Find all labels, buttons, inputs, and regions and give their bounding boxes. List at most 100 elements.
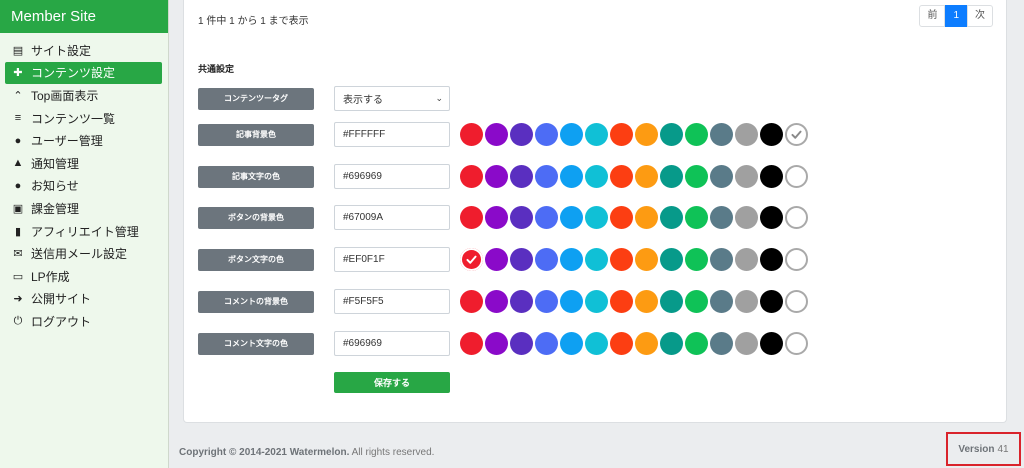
color-swatch[interactable] bbox=[710, 290, 733, 313]
color-swatch[interactable] bbox=[685, 290, 708, 313]
color-swatch[interactable] bbox=[660, 123, 683, 146]
color-swatch[interactable] bbox=[660, 332, 683, 355]
color-swatch[interactable] bbox=[685, 248, 708, 271]
color-swatch[interactable] bbox=[485, 290, 508, 313]
color-swatch[interactable] bbox=[560, 206, 583, 229]
color-swatch[interactable] bbox=[610, 290, 633, 313]
color-swatch[interactable] bbox=[710, 248, 733, 271]
color-swatch[interactable] bbox=[685, 206, 708, 229]
color-swatch[interactable] bbox=[785, 165, 808, 188]
color-swatch[interactable] bbox=[610, 123, 633, 146]
color-swatch[interactable] bbox=[785, 123, 808, 146]
color-swatch[interactable] bbox=[710, 165, 733, 188]
sidebar-item[interactable]: ✉ 送信用メール設定 bbox=[0, 242, 168, 265]
color-swatch[interactable] bbox=[760, 248, 783, 271]
color-swatch[interactable] bbox=[660, 248, 683, 271]
color-swatch[interactable] bbox=[735, 206, 758, 229]
color-swatch[interactable] bbox=[735, 290, 758, 313]
color-swatch[interactable] bbox=[660, 165, 683, 188]
color-swatch[interactable] bbox=[460, 123, 483, 146]
color-hex-input[interactable]: #F5F5F5 bbox=[334, 289, 450, 314]
color-swatch[interactable] bbox=[560, 248, 583, 271]
sidebar-item[interactable]: ▣ 課金管理 bbox=[0, 197, 168, 220]
color-swatch[interactable] bbox=[760, 123, 783, 146]
color-swatch[interactable] bbox=[510, 332, 533, 355]
color-hex-input[interactable]: #EF0F1F bbox=[334, 247, 450, 272]
color-swatch[interactable] bbox=[760, 206, 783, 229]
color-swatch[interactable] bbox=[460, 290, 483, 313]
color-swatch[interactable] bbox=[535, 332, 558, 355]
color-swatch[interactable] bbox=[510, 165, 533, 188]
color-swatch[interactable] bbox=[510, 123, 533, 146]
color-swatch[interactable] bbox=[535, 165, 558, 188]
color-swatch[interactable] bbox=[560, 165, 583, 188]
color-swatch[interactable] bbox=[610, 165, 633, 188]
color-swatch[interactable] bbox=[610, 332, 633, 355]
sidebar-item[interactable]: ⏻ ログアウト bbox=[0, 310, 168, 333]
color-swatch[interactable] bbox=[785, 290, 808, 313]
color-swatch[interactable] bbox=[685, 332, 708, 355]
color-swatch[interactable] bbox=[560, 123, 583, 146]
color-swatch[interactable] bbox=[585, 123, 608, 146]
sidebar-item[interactable]: ➜ 公開サイト bbox=[0, 288, 168, 311]
color-swatch[interactable] bbox=[635, 290, 658, 313]
color-swatch[interactable] bbox=[735, 332, 758, 355]
current-page-button[interactable]: 1 bbox=[945, 5, 967, 27]
color-swatch[interactable] bbox=[535, 206, 558, 229]
color-swatch[interactable] bbox=[585, 248, 608, 271]
color-swatch[interactable] bbox=[510, 290, 533, 313]
color-swatch[interactable] bbox=[710, 332, 733, 355]
color-swatch[interactable] bbox=[535, 123, 558, 146]
color-swatch[interactable] bbox=[585, 206, 608, 229]
color-swatch[interactable] bbox=[585, 332, 608, 355]
color-swatch[interactable] bbox=[510, 206, 533, 229]
brand-title[interactable]: Member Site bbox=[0, 0, 168, 33]
color-swatch[interactable] bbox=[760, 332, 783, 355]
color-swatch[interactable] bbox=[710, 123, 733, 146]
sidebar-item[interactable]: ▲ 通知管理 bbox=[0, 152, 168, 175]
color-swatch[interactable] bbox=[635, 332, 658, 355]
color-swatch[interactable] bbox=[485, 165, 508, 188]
color-hex-input[interactable]: #696969 bbox=[334, 164, 450, 189]
sidebar-item[interactable]: ✚ コンテンツ設定 bbox=[5, 61, 162, 85]
color-swatch[interactable] bbox=[560, 332, 583, 355]
sidebar-item[interactable]: ● お知らせ bbox=[0, 175, 168, 198]
color-swatch[interactable] bbox=[485, 206, 508, 229]
color-swatch[interactable] bbox=[785, 206, 808, 229]
color-swatch[interactable] bbox=[735, 165, 758, 188]
color-swatch[interactable] bbox=[535, 248, 558, 271]
color-swatch[interactable] bbox=[585, 165, 608, 188]
color-hex-input[interactable]: #696969 bbox=[334, 331, 450, 356]
sidebar-item[interactable]: ▤ サイト設定 bbox=[0, 39, 168, 62]
color-swatch[interactable] bbox=[685, 123, 708, 146]
color-swatch[interactable] bbox=[785, 248, 808, 271]
next-page-button[interactable]: 次 bbox=[967, 5, 993, 27]
color-swatch[interactable] bbox=[760, 290, 783, 313]
color-swatch[interactable] bbox=[735, 123, 758, 146]
color-swatch[interactable] bbox=[735, 248, 758, 271]
color-swatch[interactable] bbox=[635, 248, 658, 271]
prev-page-button[interactable]: 前 bbox=[919, 5, 946, 27]
color-swatch[interactable] bbox=[585, 290, 608, 313]
color-swatch[interactable] bbox=[785, 332, 808, 355]
color-swatch[interactable] bbox=[560, 290, 583, 313]
color-hex-input[interactable]: #FFFFFF bbox=[334, 122, 450, 147]
color-swatch[interactable] bbox=[760, 165, 783, 188]
color-swatch[interactable] bbox=[635, 123, 658, 146]
color-swatch[interactable] bbox=[685, 165, 708, 188]
color-swatch[interactable] bbox=[460, 165, 483, 188]
color-swatch[interactable] bbox=[460, 206, 483, 229]
color-hex-input[interactable]: #67009A bbox=[334, 205, 450, 230]
color-swatch[interactable] bbox=[660, 206, 683, 229]
color-swatch[interactable] bbox=[635, 165, 658, 188]
save-button[interactable]: 保存する bbox=[334, 372, 450, 393]
sidebar-item[interactable]: ▭ LP作成 bbox=[0, 265, 168, 288]
sidebar-item[interactable]: ● ユーザー管理 bbox=[0, 129, 168, 152]
color-swatch[interactable] bbox=[485, 123, 508, 146]
color-swatch[interactable] bbox=[660, 290, 683, 313]
color-swatch[interactable] bbox=[460, 332, 483, 355]
color-swatch[interactable] bbox=[510, 248, 533, 271]
color-swatch[interactable] bbox=[610, 206, 633, 229]
color-swatch[interactable] bbox=[610, 248, 633, 271]
color-swatch[interactable] bbox=[460, 248, 483, 271]
